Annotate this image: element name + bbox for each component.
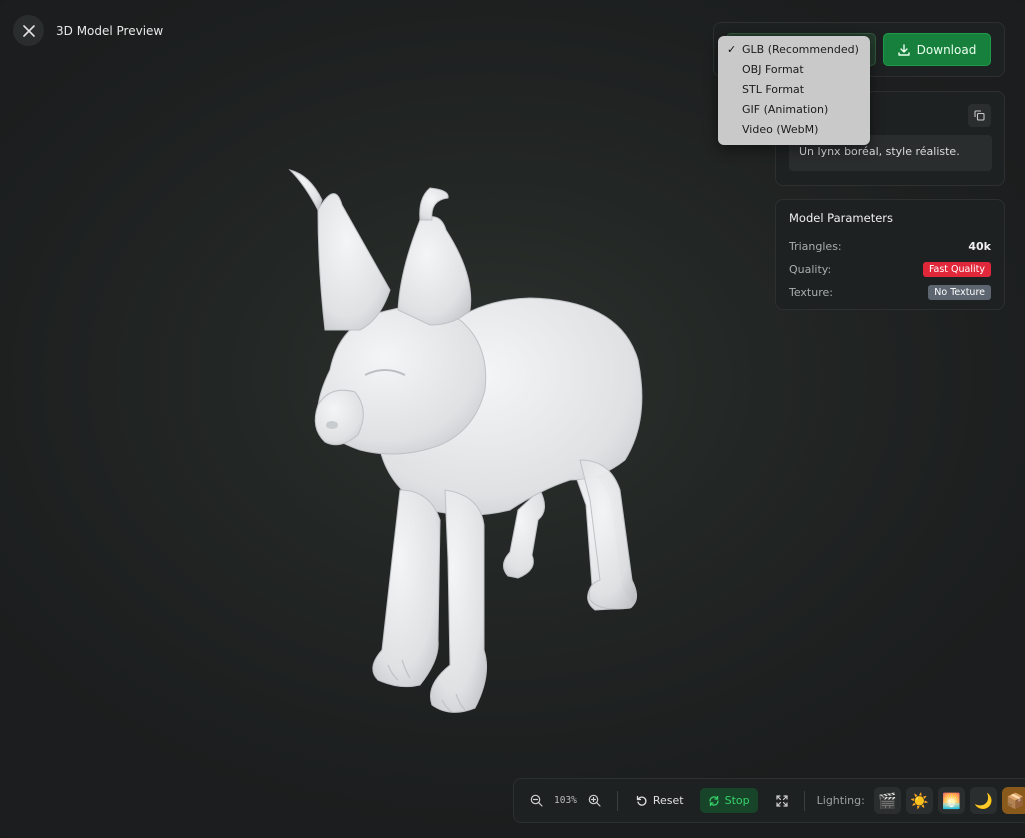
lighting-sun-button[interactable]: ☀️ bbox=[905, 787, 933, 814]
lighting-sunset-button[interactable]: 🌅 bbox=[937, 787, 965, 814]
zoom-out-button[interactable] bbox=[526, 791, 546, 811]
fullscreen-button[interactable] bbox=[772, 791, 792, 811]
zoom-out-icon bbox=[530, 794, 543, 807]
format-option-stl[interactable]: STL Format bbox=[718, 80, 870, 100]
format-option-label: GLB (Recommended) bbox=[742, 43, 859, 56]
download-icon bbox=[897, 43, 910, 56]
param-row-texture: Texture: No Texture bbox=[789, 281, 991, 304]
triangles-label: Triangles: bbox=[789, 240, 842, 253]
close-icon bbox=[22, 24, 35, 37]
reset-button[interactable]: Reset bbox=[630, 794, 690, 807]
lighting-label: Lighting: bbox=[816, 794, 865, 807]
rotate-icon bbox=[708, 795, 719, 806]
close-button[interactable] bbox=[13, 15, 44, 46]
format-dropdown-menu: ✓ GLB (Recommended) OBJ Format STL Forma… bbox=[718, 36, 870, 145]
stop-rotation-button[interactable]: Stop bbox=[699, 788, 758, 813]
format-option-obj[interactable]: OBJ Format bbox=[718, 60, 870, 80]
lighting-box-button[interactable]: 📦 bbox=[1001, 787, 1025, 814]
page-title: 3D Model Preview bbox=[56, 23, 164, 38]
zoom-in-icon bbox=[589, 794, 601, 807]
lighting-studio-button[interactable]: 🎬 bbox=[873, 787, 901, 814]
param-row-triangles: Triangles: 40k bbox=[789, 235, 991, 258]
toolbar-divider bbox=[616, 790, 618, 811]
model-parameters-panel: Model Parameters Triangles: 40k Quality:… bbox=[775, 199, 1005, 310]
params-title: Model Parameters bbox=[789, 211, 894, 225]
download-button[interactable]: Download bbox=[883, 33, 991, 66]
fullscreen-icon bbox=[776, 794, 788, 807]
format-option-label: GIF (Animation) bbox=[742, 103, 829, 116]
reset-label: Reset bbox=[652, 794, 684, 807]
copy-icon bbox=[974, 110, 985, 121]
quality-label: Quality: bbox=[789, 263, 832, 276]
lighting-night-button[interactable]: 🌙 bbox=[969, 787, 997, 814]
top-bar: 3D Model Preview bbox=[13, 15, 163, 46]
copy-button[interactable] bbox=[968, 104, 991, 127]
download-label: Download bbox=[916, 42, 977, 57]
stop-label: Stop bbox=[724, 794, 750, 807]
toolbar-divider bbox=[803, 790, 805, 811]
format-option-label: STL Format bbox=[742, 83, 805, 96]
sun-icon: ☀️ bbox=[909, 791, 929, 810]
checkmark-icon: ✓ bbox=[727, 43, 737, 56]
reset-icon bbox=[636, 795, 647, 806]
moon-icon: 🌙 bbox=[973, 791, 993, 810]
triangles-value: 40k bbox=[968, 240, 991, 253]
lynx-3d-model[interactable] bbox=[270, 160, 670, 730]
model-viewport[interactable]: 3D Model Preview Download Un lynx boréal… bbox=[0, 0, 1025, 838]
zoom-level: 103% bbox=[554, 795, 577, 806]
texture-badge: No Texture bbox=[928, 285, 991, 300]
param-row-quality: Quality: Fast Quality bbox=[789, 258, 991, 281]
landscape-icon: 🌅 bbox=[941, 791, 961, 810]
texture-label: Texture: bbox=[789, 286, 833, 299]
format-option-webm[interactable]: Video (WebM) bbox=[718, 120, 870, 140]
format-option-label: Video (WebM) bbox=[742, 123, 819, 136]
viewer-toolbar: 103% Reset Stop Lighting: 🎬 ☀️ 🌅 🌙 📦 bbox=[513, 778, 1025, 823]
box-icon: 📦 bbox=[1005, 791, 1025, 810]
format-option-glb[interactable]: ✓ GLB (Recommended) bbox=[718, 40, 870, 60]
format-option-gif[interactable]: GIF (Animation) bbox=[718, 100, 870, 120]
zoom-in-button[interactable] bbox=[585, 791, 605, 811]
format-option-label: OBJ Format bbox=[742, 63, 804, 76]
clapper-icon: 🎬 bbox=[877, 791, 897, 810]
quality-badge: Fast Quality bbox=[922, 262, 991, 277]
